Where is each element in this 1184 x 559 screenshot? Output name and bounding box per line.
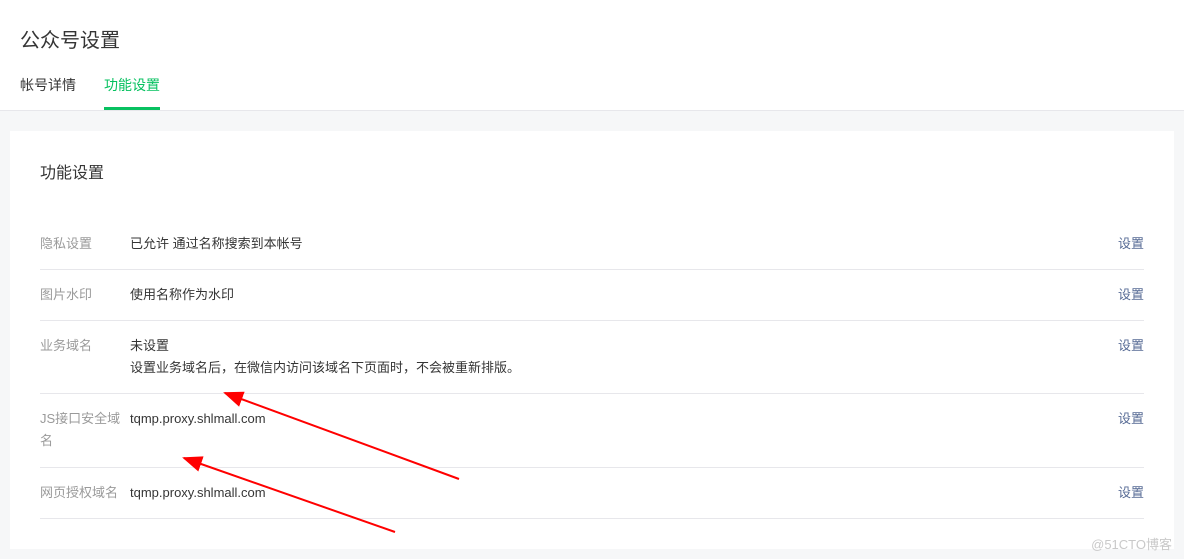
setting-value: 已允许 通过名称搜索到本帐号	[130, 233, 1094, 255]
page-title: 公众号设置	[20, 24, 1164, 53]
setting-label: 业务域名	[40, 335, 130, 357]
setting-action-link[interactable]: 设置	[1118, 236, 1144, 251]
setting-row-js-domain: JS接口安全域名 tqmp.proxy.shlmall.com 设置	[40, 394, 1144, 467]
setting-action-link[interactable]: 设置	[1118, 287, 1144, 302]
tab-function-settings[interactable]: 功能设置	[104, 75, 160, 110]
setting-action-link[interactable]: 设置	[1118, 338, 1144, 353]
setting-row-business-domain: 业务域名 未设置 设置业务域名后，在微信内访问该域名下页面时，不会被重新排版。 …	[40, 321, 1144, 394]
setting-value-sub: 设置业务域名后，在微信内访问该域名下页面时，不会被重新排版。	[130, 357, 1094, 379]
tabs: 帐号详情 功能设置	[20, 75, 1164, 110]
setting-label: 隐私设置	[40, 233, 130, 255]
watermark-text: @51CTO博客	[1091, 534, 1172, 553]
setting-label: 图片水印	[40, 284, 130, 306]
panel-title: 功能设置	[40, 159, 1144, 183]
tab-account-details[interactable]: 帐号详情	[20, 75, 76, 110]
setting-row-watermark: 图片水印 使用名称作为水印 设置	[40, 270, 1144, 321]
page-header: 公众号设置 帐号详情 功能设置	[0, 0, 1184, 111]
setting-value-main: 未设置	[130, 338, 169, 353]
setting-row-privacy: 隐私设置 已允许 通过名称搜索到本帐号 设置	[40, 219, 1144, 270]
setting-value: tqmp.proxy.shlmall.com	[130, 482, 1094, 504]
setting-value: 未设置 设置业务域名后，在微信内访问该域名下页面时，不会被重新排版。	[130, 335, 1094, 379]
setting-row-webauth-domain: 网页授权域名 tqmp.proxy.shlmall.com 设置	[40, 468, 1144, 519]
setting-action-link[interactable]: 设置	[1118, 411, 1144, 426]
setting-label: 网页授权域名	[40, 482, 130, 504]
setting-value: tqmp.proxy.shlmall.com	[130, 408, 1094, 430]
setting-label: JS接口安全域名	[40, 408, 130, 452]
settings-panel: 功能设置 隐私设置 已允许 通过名称搜索到本帐号 设置 图片水印 使用名称作为水…	[10, 131, 1174, 549]
setting-action-link[interactable]: 设置	[1118, 485, 1144, 500]
setting-value: 使用名称作为水印	[130, 284, 1094, 306]
